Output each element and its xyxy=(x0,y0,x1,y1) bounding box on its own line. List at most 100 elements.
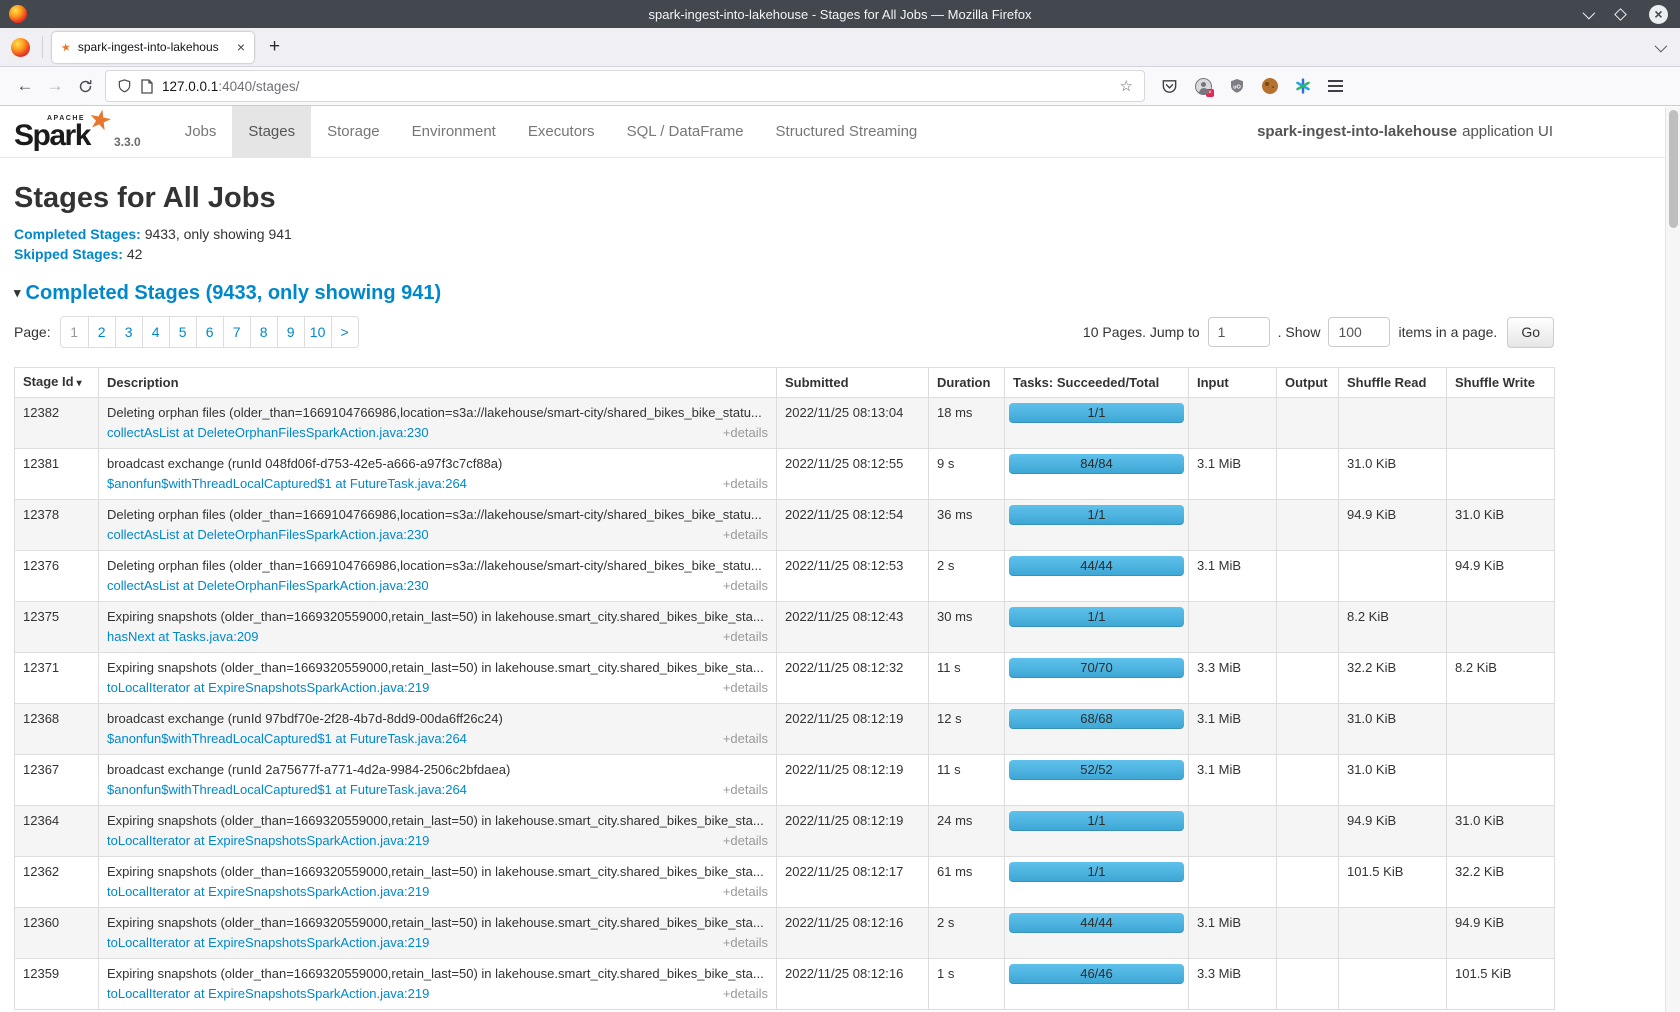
back-button[interactable]: ← xyxy=(10,76,40,96)
details-toggle[interactable]: +details xyxy=(723,525,768,545)
output-cell xyxy=(1277,602,1339,653)
details-toggle[interactable]: +details xyxy=(723,729,768,749)
stage-detail-link[interactable]: collectAsList at DeleteOrphanFilesSparkA… xyxy=(107,525,429,545)
col-header-input[interactable]: Input xyxy=(1189,368,1277,398)
forward-button[interactable]: → xyxy=(40,76,70,96)
page-button-1[interactable]: 1 xyxy=(61,317,88,347)
stage-description: Deleting orphan files (older_than=166910… xyxy=(107,403,768,423)
url-text[interactable]: 127.0.0.1:4040/stages/ xyxy=(162,79,299,94)
stage-description: broadcast exchange (runId 048fd06f-d753-… xyxy=(107,454,768,474)
col-header-shuffle-read[interactable]: Shuffle Read xyxy=(1339,368,1447,398)
next-page-button[interactable]: > xyxy=(331,317,358,347)
spark-logo[interactable]: APACHE Spark ★ xyxy=(14,106,108,157)
scrollbar[interactable] xyxy=(1665,107,1680,1012)
page-button-5[interactable]: 5 xyxy=(169,317,196,347)
cookie-icon[interactable] xyxy=(1262,78,1278,94)
col-header-shuffle-write[interactable]: Shuffle Write xyxy=(1447,368,1555,398)
list-tabs-chevron-icon[interactable] xyxy=(1655,39,1668,52)
shield-icon[interactable] xyxy=(117,78,132,94)
details-toggle[interactable]: +details xyxy=(723,831,768,851)
tasks-progress-bar: 1/1 xyxy=(1009,505,1184,525)
description-subline: toLocalIterator at ExpireSnapshotsSparkA… xyxy=(107,984,768,1004)
skipped-stages-link[interactable]: Skipped Stages: xyxy=(14,246,123,262)
scrollbar-thumb[interactable] xyxy=(1669,110,1678,228)
tasks-cell: 52/52 xyxy=(1005,755,1189,806)
reload-icon[interactable] xyxy=(70,79,100,94)
col-header-output[interactable]: Output xyxy=(1277,368,1339,398)
details-toggle[interactable]: +details xyxy=(723,423,768,443)
col-header-duration[interactable]: Duration xyxy=(929,368,1005,398)
page-button-9[interactable]: 9 xyxy=(277,317,304,347)
stage-detail-link[interactable]: hasNext at Tasks.java:209 xyxy=(107,627,259,647)
jump-to-page-input[interactable] xyxy=(1208,317,1270,347)
browser-tab[interactable]: ★ spark-ingest-into-lakehous × xyxy=(52,32,254,63)
firefox-view-icon[interactable] xyxy=(11,38,30,57)
col-header-description[interactable]: Description xyxy=(99,368,777,398)
url-bar[interactable]: 127.0.0.1:4040/stages/ ☆ xyxy=(106,71,1144,101)
nav-item-storage[interactable]: Storage xyxy=(311,106,396,157)
new-tab-button[interactable]: + xyxy=(269,36,280,58)
shuffle-read-cell xyxy=(1339,551,1447,602)
pocket-icon[interactable] xyxy=(1161,78,1178,95)
description-cell: Expiring snapshots (older_than=166932055… xyxy=(99,602,777,653)
details-toggle[interactable]: +details xyxy=(723,474,768,494)
input-cell xyxy=(1189,500,1277,551)
stage-detail-link[interactable]: toLocalIterator at ExpireSnapshotsSparkA… xyxy=(107,984,429,1004)
page-button-group: 12345678910> xyxy=(60,316,359,348)
maximize-icon[interactable] xyxy=(1614,8,1627,21)
nav-item-environment[interactable]: Environment xyxy=(396,106,512,157)
bookmark-star-icon[interactable]: ☆ xyxy=(1120,77,1133,95)
page-button-8[interactable]: 8 xyxy=(250,317,277,347)
details-toggle[interactable]: +details xyxy=(723,576,768,596)
completed-stages-link[interactable]: Completed Stages: xyxy=(14,226,141,242)
description-subline: $anonfun$withThreadLocalCaptured$1 at Fu… xyxy=(107,780,768,800)
details-toggle[interactable]: +details xyxy=(723,933,768,953)
nav-item-sql-dataframe[interactable]: SQL / DataFrame xyxy=(611,106,760,157)
stage-detail-link[interactable]: toLocalIterator at ExpireSnapshotsSparkA… xyxy=(107,831,429,851)
close-icon[interactable]: × xyxy=(1649,5,1668,24)
tasks-cell: 1/1 xyxy=(1005,500,1189,551)
stage-detail-link[interactable]: toLocalIterator at ExpireSnapshotsSparkA… xyxy=(107,933,429,953)
go-button[interactable]: Go xyxy=(1507,317,1554,348)
page-button-10[interactable]: 10 xyxy=(304,317,331,347)
page-button-4[interactable]: 4 xyxy=(142,317,169,347)
stage-detail-link[interactable]: toLocalIterator at ExpireSnapshotsSparkA… xyxy=(107,678,429,698)
stage-detail-link[interactable]: $anonfun$withThreadLocalCaptured$1 at Fu… xyxy=(107,729,467,749)
nav-item-stages[interactable]: Stages xyxy=(232,106,311,157)
items-label: items in a page. xyxy=(1398,324,1497,340)
shuffle-read-cell: 31.0 KiB xyxy=(1339,449,1447,500)
nav-item-structured-streaming[interactable]: Structured Streaming xyxy=(760,106,934,157)
completed-stages-section-header[interactable]: ▾Completed Stages (9433, only showing 94… xyxy=(14,281,1680,305)
stage-detail-link[interactable]: $anonfun$withThreadLocalCaptured$1 at Fu… xyxy=(107,474,467,494)
col-header-submitted[interactable]: Submitted xyxy=(777,368,929,398)
nav-item-jobs[interactable]: Jobs xyxy=(169,106,233,157)
page-icon[interactable] xyxy=(141,79,153,94)
minimize-icon[interactable] xyxy=(1583,6,1596,19)
menu-icon[interactable] xyxy=(1328,80,1343,92)
stage-detail-link[interactable]: $anonfun$withThreadLocalCaptured$1 at Fu… xyxy=(107,780,467,800)
col-header-tasks-succeeded-total[interactable]: Tasks: Succeeded/Total xyxy=(1005,368,1189,398)
items-per-page-input[interactable] xyxy=(1328,317,1390,347)
ublock-icon[interactable]: uO xyxy=(1229,78,1245,94)
account-icon[interactable]: × xyxy=(1195,78,1212,95)
details-toggle[interactable]: +details xyxy=(723,882,768,902)
duration-cell: 11 s xyxy=(929,653,1005,704)
shuffle-write-cell xyxy=(1447,755,1555,806)
col-header-stage-id[interactable]: Stage Id▾ xyxy=(15,368,99,398)
nav-item-executors[interactable]: Executors xyxy=(512,106,611,157)
stage-detail-link[interactable]: collectAsList at DeleteOrphanFilesSparkA… xyxy=(107,576,429,596)
page-button-3[interactable]: 3 xyxy=(115,317,142,347)
details-toggle[interactable]: +details xyxy=(723,780,768,800)
duration-cell: 1 s xyxy=(929,959,1005,1010)
tab-close-icon[interactable]: × xyxy=(237,40,245,54)
details-toggle[interactable]: +details xyxy=(723,627,768,647)
details-toggle[interactable]: +details xyxy=(723,678,768,698)
page-button-2[interactable]: 2 xyxy=(88,317,115,347)
tasks-progress-bar: 46/46 xyxy=(1009,964,1184,984)
stage-detail-link[interactable]: toLocalIterator at ExpireSnapshotsSparkA… xyxy=(107,882,429,902)
stage-detail-link[interactable]: collectAsList at DeleteOrphanFilesSparkA… xyxy=(107,423,429,443)
page-button-6[interactable]: 6 xyxy=(196,317,223,347)
details-toggle[interactable]: +details xyxy=(723,984,768,1004)
extension-asterisk-icon[interactable] xyxy=(1295,78,1311,94)
page-button-7[interactable]: 7 xyxy=(223,317,250,347)
